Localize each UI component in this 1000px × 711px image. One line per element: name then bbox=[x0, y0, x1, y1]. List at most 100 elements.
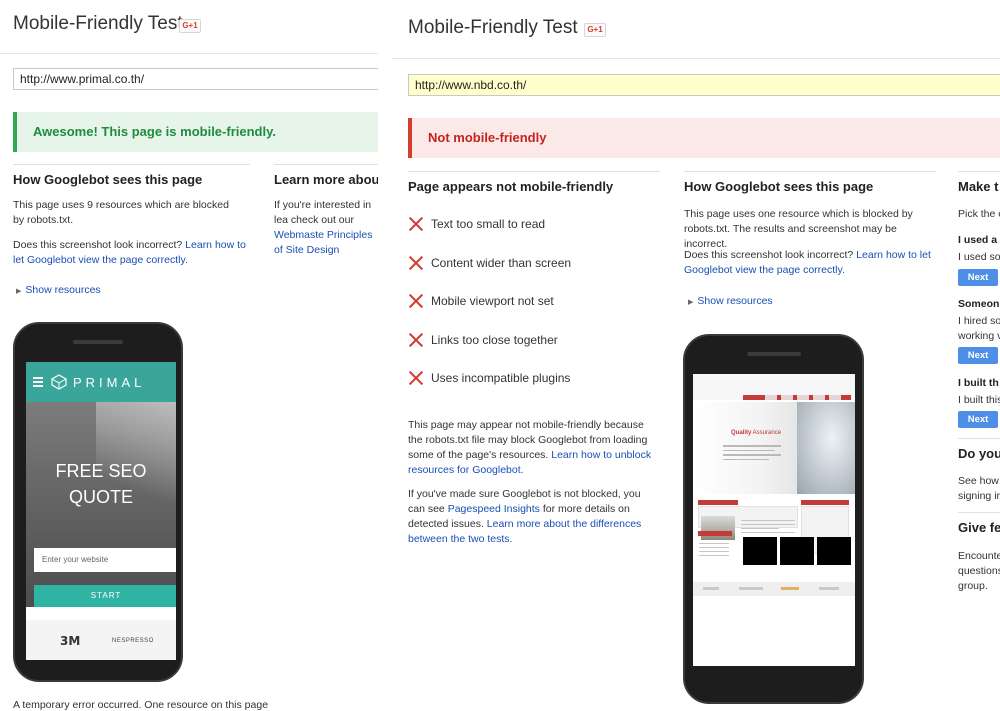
issue-item: Content wider than screen bbox=[408, 254, 571, 272]
url-input[interactable]: http://www.nbd.co.th/ bbox=[408, 74, 1000, 96]
option-title: Someon bbox=[958, 298, 1000, 310]
issue-label: Mobile viewport not set bbox=[431, 294, 554, 308]
option-text: I used so bbox=[958, 251, 1000, 263]
issue-item: Links too close together bbox=[408, 331, 558, 349]
pagespeed-note: If you've made sure Googlebot is not blo… bbox=[408, 487, 660, 547]
result-banner-not-mobile-friendly: Not mobile-friendly bbox=[408, 118, 1000, 158]
show-resources-label: Show resources bbox=[697, 295, 773, 307]
phone-speaker bbox=[747, 352, 801, 356]
issue-label: Text too small to read bbox=[431, 217, 546, 231]
rendered-page-screenshot: PRIMAL FREE SEO QUOTE Enter your website… bbox=[26, 362, 176, 660]
next-button[interactable]: Next bbox=[958, 269, 998, 286]
url-input[interactable]: http://www.primal.co.th/ bbox=[13, 68, 378, 90]
section-divider bbox=[958, 512, 1000, 513]
company-building-photo bbox=[701, 516, 735, 540]
forum-group-link[interactable]: group. bbox=[958, 579, 988, 594]
site-hero: Quality Assurance bbox=[693, 402, 855, 494]
issue-label: Uses incompatible plugins bbox=[431, 371, 571, 385]
video-placeholder bbox=[817, 537, 851, 565]
incorrect-prefix: Does this screenshot look incorrect? bbox=[13, 239, 186, 251]
page-title: Mobile-Friendly Test bbox=[13, 13, 183, 34]
left-test-panel: Mobile-Friendly Test G+1 http://www.prim… bbox=[0, 0, 378, 711]
section-divider bbox=[958, 171, 1000, 172]
google-plus-one-button[interactable]: G+1 bbox=[584, 23, 606, 37]
show-resources-toggle[interactable]: ▶ Show resources bbox=[688, 295, 773, 307]
option-text: I built this bbox=[958, 394, 1000, 406]
learn-more-heading: Learn more about bbox=[274, 172, 378, 187]
issue-item: Mobile viewport not set bbox=[408, 292, 554, 310]
incorrect-prefix: Does this screenshot look incorrect? bbox=[684, 249, 857, 261]
fail-x-icon bbox=[408, 216, 424, 232]
blocked-resources-text: This page uses one resource which is blo… bbox=[684, 208, 913, 250]
sidebar-text: Encounte bbox=[958, 550, 1000, 562]
section-divider bbox=[408, 171, 660, 172]
page-title: Mobile-Friendly Test bbox=[408, 17, 578, 38]
option-text: I hired so bbox=[958, 315, 1000, 327]
section-divider bbox=[274, 164, 378, 165]
section-divider bbox=[684, 171, 936, 172]
show-resources-label: Show resources bbox=[25, 284, 101, 296]
phone-speaker bbox=[73, 340, 123, 344]
site-section-tab bbox=[698, 500, 738, 505]
sidebar-heading: Do you bbox=[958, 446, 1000, 461]
learn-more-prefix: If you're interested in lea check out ou… bbox=[274, 199, 372, 226]
phone-screenshot-frame: PRIMAL FREE SEO QUOTE Enter your website… bbox=[13, 322, 183, 682]
video-placeholder bbox=[743, 537, 777, 565]
next-button[interactable]: Next bbox=[958, 347, 998, 364]
site-nav-tab bbox=[765, 395, 777, 400]
header-divider bbox=[392, 58, 1000, 59]
webmaster-link[interactable]: Webmaste bbox=[274, 229, 324, 241]
sidebar-heading: Give fe bbox=[958, 520, 1000, 535]
incorrect-screenshot-text: Does this screenshot look incorrect? Lea… bbox=[684, 248, 936, 278]
temporary-error-text: A temporary error occurred. One resource… bbox=[13, 699, 269, 711]
next-button[interactable]: Next bbox=[958, 411, 998, 428]
show-resources-toggle[interactable]: ▶ Show resources bbox=[16, 284, 101, 296]
company-text-lines bbox=[741, 517, 795, 536]
site-section-tab bbox=[801, 500, 849, 505]
hero-title: Quality Assurance bbox=[731, 430, 781, 436]
site-brand-name: PRIMAL bbox=[73, 374, 146, 390]
site-website-input: Enter your website bbox=[34, 548, 176, 572]
hero-title-rest: Assurance bbox=[751, 430, 782, 436]
site-nav-tab bbox=[781, 395, 793, 400]
site-header-bar: PRIMAL bbox=[26, 362, 176, 402]
primal-logo-icon bbox=[51, 374, 67, 390]
sidebar-text: signing in bbox=[958, 490, 1000, 502]
right-test-panel: Mobile-Friendly Test G+1 http://www.nbd.… bbox=[392, 0, 1000, 711]
site-nav-tab bbox=[829, 395, 841, 400]
news-text-lines bbox=[699, 540, 729, 559]
expand-triangle-icon: ▶ bbox=[688, 299, 694, 306]
video-placeholder bbox=[780, 537, 814, 565]
sidebar-pick-text: Pick the c bbox=[958, 208, 1000, 220]
option-text: working v bbox=[958, 330, 1000, 342]
expand-triangle-icon: ▶ bbox=[16, 288, 22, 295]
fail-x-icon bbox=[408, 370, 424, 386]
section-divider bbox=[13, 164, 250, 165]
google-plus-one-button[interactable]: G+1 bbox=[179, 19, 201, 33]
site-start-button: START bbox=[34, 585, 176, 607]
incorrect-screenshot-text: Does this screenshot look incorrect? Lea… bbox=[13, 238, 248, 268]
hero-title-bold: Quality bbox=[731, 430, 752, 436]
result-banner-mobile-friendly: Awesome! This page is mobile-friendly. bbox=[13, 112, 378, 152]
headline-line-1: FREE SEO bbox=[55, 461, 147, 481]
learn-more-text: If you're interested in lea check out ou… bbox=[274, 198, 378, 258]
issue-label: Links too close together bbox=[431, 333, 558, 347]
section-divider bbox=[958, 438, 1000, 439]
blocked-resources-text: This page uses 9 resources which are blo… bbox=[13, 199, 229, 226]
fail-x-icon bbox=[408, 293, 424, 309]
issue-item: Text too small to read bbox=[408, 215, 545, 233]
site-headline: FREE SEO QUOTE bbox=[26, 458, 176, 510]
sidebar-text: questions bbox=[958, 565, 1000, 577]
issue-label: Content wider than screen bbox=[431, 256, 572, 270]
hero-lab-photo bbox=[797, 402, 855, 494]
option-title: I built th bbox=[958, 377, 999, 389]
client-logo-strip: 3M NESPRESSO bbox=[26, 620, 176, 660]
site-nav-tab bbox=[797, 395, 809, 400]
googlebot-view-heading: How Googlebot sees this page bbox=[684, 179, 874, 194]
issue-item: Uses incompatible plugins bbox=[408, 369, 570, 387]
pagespeed-insights-link[interactable]: Pagespeed Insights bbox=[448, 503, 540, 515]
fail-x-icon bbox=[408, 255, 424, 271]
menu-icon bbox=[33, 375, 43, 389]
hero-text-lines bbox=[723, 442, 781, 463]
sidebar-heading: Make t bbox=[958, 179, 999, 194]
